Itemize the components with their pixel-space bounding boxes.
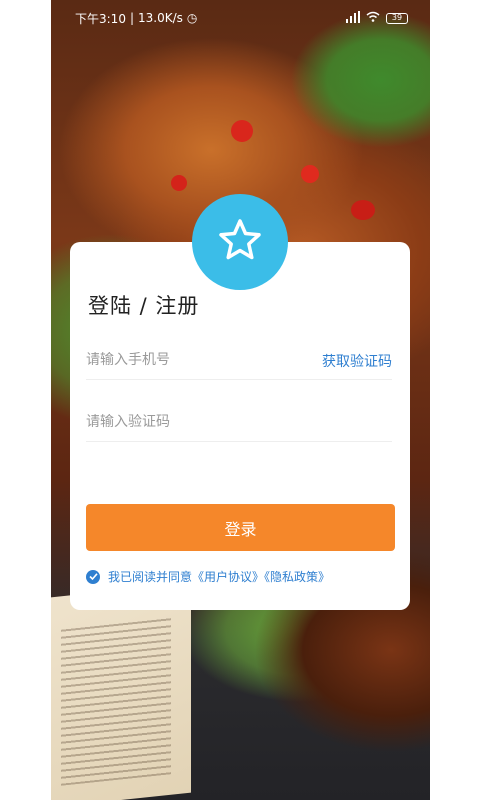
newspaper-text [61, 614, 171, 786]
get-code-button[interactable]: 获取验证码 [322, 351, 392, 371]
status-divider: | [129, 11, 134, 25]
code-field [86, 402, 392, 442]
agreement-text[interactable]: 我已阅读并同意《用户协议》《隐私政策》 [108, 568, 330, 585]
agreement-row: 我已阅读并同意《用户协议》《隐私政策》 [86, 568, 330, 585]
login-button[interactable]: 登录 [86, 504, 395, 551]
status-time: 下午3:10 [75, 11, 126, 26]
phone-field: 获取验证码 [86, 340, 392, 380]
chili-garnish [171, 175, 187, 191]
phone-input[interactable] [86, 351, 306, 368]
status-bar: 下午3:10 | 13.0K/s ◷ 39 [51, 0, 430, 36]
status-network-speed: 13.0K/s [138, 11, 183, 25]
page-title: 登陆 / 注册 [88, 294, 200, 318]
clock-icon: ◷ [186, 11, 198, 25]
chili-garnish [231, 120, 253, 142]
code-input[interactable] [86, 413, 306, 430]
app-logo [192, 194, 288, 290]
wifi-icon [366, 11, 380, 25]
star-icon [217, 217, 263, 267]
chili-garnish [351, 200, 375, 220]
battery-icon: 39 [386, 12, 408, 24]
agreement-checkbox[interactable] [86, 569, 100, 584]
checkmark-icon [88, 573, 98, 581]
signal-icon [346, 10, 360, 26]
chili-garnish [301, 165, 319, 183]
